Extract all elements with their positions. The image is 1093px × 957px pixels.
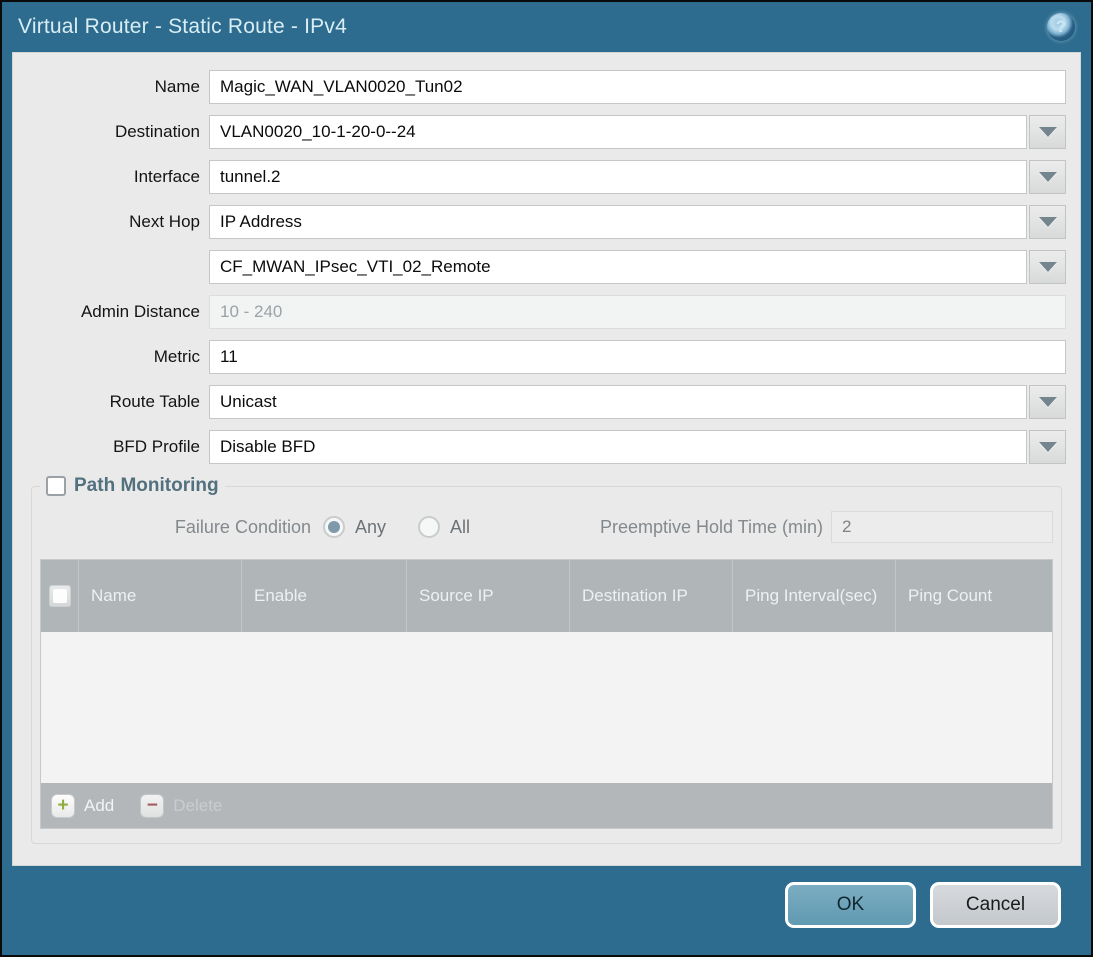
radio-any-icon[interactable] [323,516,345,538]
radio-option-any[interactable]: Any [323,516,386,538]
chevron-down-icon [1039,172,1057,182]
header-cell-enable: Enable [241,560,406,632]
header-cell-source-ip: Source IP [406,560,569,632]
interface-input[interactable] [209,160,1027,194]
header-cell-ping-interval: Ping Interval(sec) [732,560,895,632]
next-hop-address-input[interactable] [209,250,1027,284]
dialog-title: Virtual Router - Static Route - IPv4 [18,15,1047,39]
ok-button[interactable]: OK [785,882,916,928]
failure-condition-radios: Any All [323,516,502,538]
preemptive-hold-time-label: Preemptive Hold Time (min) [600,517,831,538]
admin-distance-label: Admin Distance [13,302,209,322]
row-destination: Destination [13,115,1066,149]
radio-any-label: Any [355,517,386,538]
next-hop-label: Next Hop [13,212,209,232]
select-all-checkbox[interactable] [49,585,71,607]
interface-dropdown-button[interactable] [1029,160,1066,194]
row-next-hop-address [13,250,1066,284]
table-header-row: Name Enable Source IP Destination IP Pin… [41,560,1052,632]
add-button-label: Add [84,796,114,816]
failure-condition-label: Failure Condition [40,517,323,538]
header-cell-destination-ip: Destination IP [569,560,732,632]
route-table-input[interactable] [209,385,1027,419]
table-footer-bar: + Add − Delete [41,783,1052,828]
route-table-dropdown-button[interactable] [1029,385,1066,419]
delete-button[interactable]: − Delete [140,794,222,818]
next-hop-type-input[interactable] [209,205,1027,239]
name-input[interactable] [209,70,1066,104]
row-route-table: Route Table [13,385,1066,419]
dialog-titlebar: Virtual Router - Static Route - IPv4 [2,2,1091,52]
add-button[interactable]: + Add [51,794,114,818]
radio-option-all[interactable]: All [418,516,470,538]
admin-distance-input[interactable] [209,295,1066,329]
failure-condition-row: Failure Condition Any All Preemptive Hol… [40,510,1053,544]
delete-minus-icon: − [140,794,164,818]
help-icon[interactable] [1047,13,1075,41]
path-monitoring-checkbox[interactable] [46,476,66,496]
radio-all-icon[interactable] [418,516,440,538]
table-body-empty [41,632,1052,783]
row-bfd-profile: BFD Profile [13,430,1066,464]
route-table-label: Route Table [13,392,209,412]
bfd-profile-input[interactable] [209,430,1027,464]
header-cell-select [41,560,78,632]
path-monitoring-table: Name Enable Source IP Destination IP Pin… [40,559,1053,829]
chevron-down-icon [1039,127,1057,137]
destination-dropdown-button[interactable] [1029,115,1066,149]
bfd-profile-dropdown-button[interactable] [1029,430,1066,464]
path-monitoring-legend: Path Monitoring [40,475,225,497]
row-name: Name [13,70,1066,104]
metric-input[interactable] [209,340,1066,374]
preemptive-hold-time-input[interactable] [831,511,1053,543]
name-label: Name [13,77,209,97]
row-metric: Metric [13,340,1066,374]
chevron-down-icon [1039,262,1057,272]
delete-button-label: Delete [173,796,222,816]
destination-label: Destination [13,122,209,142]
interface-label: Interface [13,167,209,187]
chevron-down-icon [1039,397,1057,407]
row-admin-distance: Admin Distance [13,295,1066,329]
chevron-down-icon [1039,217,1057,227]
path-monitoring-title: Path Monitoring [74,475,219,497]
cancel-button[interactable]: Cancel [930,882,1061,928]
header-cell-name: Name [78,560,241,632]
row-interface: Interface [13,160,1066,194]
row-next-hop: Next Hop [13,205,1066,239]
dialog-footer: OK Cancel [2,866,1091,955]
path-monitoring-section: Path Monitoring Failure Condition Any Al… [31,475,1062,844]
metric-label: Metric [13,347,209,367]
add-plus-icon: + [51,794,75,818]
bfd-profile-label: BFD Profile [13,437,209,457]
dialog-content: Name Destination Interface [12,52,1081,866]
next-hop-address-dropdown-button[interactable] [1029,250,1066,284]
next-hop-type-dropdown-button[interactable] [1029,205,1066,239]
destination-input[interactable] [209,115,1027,149]
static-route-dialog: Virtual Router - Static Route - IPv4 Nam… [0,0,1093,957]
chevron-down-icon [1039,442,1057,452]
header-cell-ping-count: Ping Count [895,560,1052,632]
radio-all-label: All [450,517,470,538]
